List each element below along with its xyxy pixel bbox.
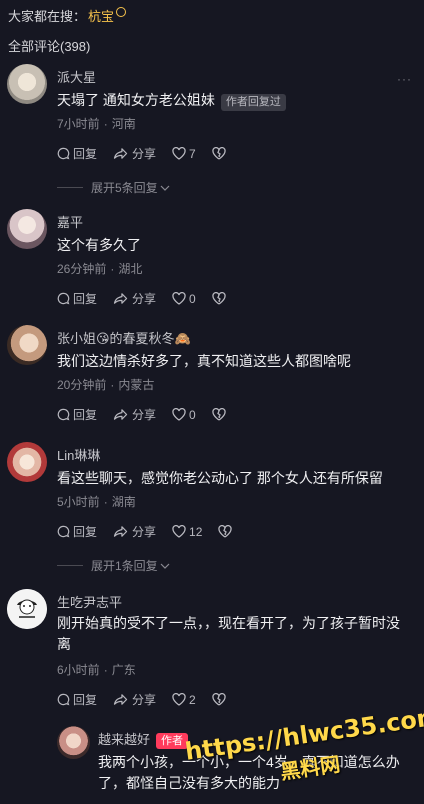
dislike-button[interactable] — [212, 147, 229, 160]
comment-location: 内蒙古 — [118, 378, 155, 392]
avatar[interactable] — [7, 64, 47, 104]
reply-icon — [57, 408, 70, 421]
comment-time: 5小时前 — [57, 495, 100, 509]
broken-heart-icon — [218, 525, 233, 538]
broken-heart-icon — [212, 693, 226, 706]
chevron-down-icon — [160, 563, 170, 569]
comment-item: 生吃尹志平 刚开始真的受不了一点，，现在看开了，为了孩子暂时没离 6小时前 · 广东… — [0, 585, 424, 715]
trending-search-bar[interactable]: 大家都在搜： 杭宝 — [8, 6, 127, 25]
share-button[interactable]: 分享 — [113, 691, 156, 708]
comment-item: 嘉平 这个有多久了 26分钟前 · 湖北 回复 分享 0 — [0, 205, 424, 315]
heart-icon — [172, 525, 186, 538]
comment-text: 刚开始真的受不了一点，，现在看开了，为了孩子暂时没离 — [57, 615, 400, 652]
like-button[interactable]: 7 — [172, 147, 196, 161]
share-button[interactable]: 分享 — [113, 145, 156, 162]
comment-actions: 回复 分享 2 — [57, 691, 245, 708]
comment-author[interactable]: 嘉平 — [57, 212, 83, 231]
reply-icon — [57, 693, 70, 706]
comment-actions: 回复 分享 0 — [57, 290, 245, 307]
broken-heart-icon — [212, 292, 226, 305]
comment-meta: 20分钟前 · 内蒙古 — [57, 378, 155, 392]
expand-replies-button[interactable]: 展开5条回复 — [57, 179, 170, 196]
trending-prefix: 大家都在搜： — [8, 9, 87, 24]
comment-text: 我们这边情杀好多了，真不知道这些人都图啥呢 — [57, 353, 351, 369]
heart-icon — [172, 693, 186, 706]
comment-time: 7小时前 — [57, 117, 100, 131]
avatar[interactable] — [7, 442, 47, 482]
comment-location: 广东 — [111, 663, 136, 677]
comment-meta: 5小时前 · 湖南 — [57, 495, 136, 509]
expand-replies-button[interactable]: 展开1条回复 — [57, 557, 170, 574]
comment-author[interactable]: 张小姐😘的春夏秋冬🙈 — [57, 328, 191, 347]
like-button[interactable]: 0 — [172, 408, 196, 422]
comment-text: 看这些聊天，感觉你老公动心了 那个女人还有所保留 — [57, 470, 383, 486]
share-icon — [113, 526, 128, 537]
reply-button[interactable]: 回复 — [57, 406, 97, 423]
share-icon — [113, 409, 128, 420]
reply-button[interactable]: 回复 — [57, 523, 97, 540]
reply-icon — [57, 292, 70, 305]
comment-meta: 6小时前 · 广东 — [57, 663, 136, 677]
reply-button[interactable]: 回复 — [57, 691, 97, 708]
comment-location: 湖南 — [111, 495, 136, 509]
reply-button[interactable]: 回复 — [57, 145, 97, 162]
reply-text: 我两个小孩，一个小，一个4岁，真不知道怎么办了，都怪自己没有多大的能力 — [98, 754, 400, 791]
comment-item: 派大星 ··· 天塌了 通知女方老公姐妹 作者回复过 7小时前 · 河南 回复 分享 … — [0, 60, 424, 200]
like-button[interactable]: 2 — [172, 693, 196, 707]
trending-keyword[interactable]: 杭宝 — [88, 9, 114, 24]
dislike-button[interactable] — [212, 408, 229, 421]
dislike-button[interactable] — [212, 693, 229, 706]
comment-text: 天塌了 通知女方老公姐妹 作者回复过 — [57, 90, 410, 111]
comment-time: 20分钟前 — [57, 378, 107, 392]
comment-actions: 回复 分享 7 — [57, 145, 245, 162]
avatar-cartoon-icon — [7, 589, 47, 629]
more-options-icon[interactable]: ··· — [397, 72, 412, 86]
search-icon — [116, 7, 127, 17]
share-icon — [113, 293, 128, 304]
comment-location: 湖北 — [118, 262, 143, 276]
heart-icon — [172, 408, 186, 421]
share-button[interactable]: 分享 — [113, 406, 156, 423]
avatar[interactable] — [57, 726, 90, 759]
comment-time: 6小时前 — [57, 663, 100, 677]
comments-count: 全部评论(398) — [8, 39, 91, 54]
comment-time: 26分钟前 — [57, 262, 107, 276]
reply-icon — [57, 147, 70, 160]
heart-icon — [172, 147, 186, 160]
divider — [57, 565, 83, 566]
broken-heart-icon — [212, 147, 226, 160]
comment-meta: 7小时前 · 河南 — [57, 117, 136, 131]
avatar[interactable] — [7, 325, 47, 365]
avatar[interactable] — [7, 209, 47, 249]
comment-author[interactable]: Lin琳琳 — [57, 445, 100, 464]
comment-author[interactable]: 生吃尹志平 — [57, 592, 122, 611]
divider — [57, 187, 83, 188]
comment-item: 张小姐😘的春夏秋冬🙈 我们这边情杀好多了，真不知道这些人都图啥呢 20分钟前 · 内… — [0, 321, 424, 431]
comment-actions: 回复 分享 0 — [57, 406, 245, 423]
like-button[interactable]: 0 — [172, 292, 196, 306]
comment-meta: 26分钟前 · 湖北 — [57, 262, 143, 276]
chevron-down-icon — [160, 185, 170, 191]
heart-icon — [172, 292, 186, 305]
share-button[interactable]: 分享 — [113, 290, 156, 307]
author-replied-tag: 作者回复过 — [220, 94, 286, 111]
avatar[interactable] — [7, 589, 47, 629]
share-icon — [113, 148, 128, 159]
dislike-button[interactable] — [218, 525, 235, 538]
reply-button[interactable]: 回复 — [57, 290, 97, 307]
comment-text: 这个有多久了 — [57, 237, 141, 253]
share-icon — [113, 694, 128, 705]
reply-icon — [57, 525, 70, 538]
comment-author[interactable]: 派大星 — [57, 67, 96, 86]
comment-actions: 回复 分享 12 — [57, 523, 251, 540]
like-button[interactable]: 12 — [172, 525, 202, 539]
comment-location: 河南 — [111, 117, 136, 131]
dislike-button[interactable] — [212, 292, 229, 305]
broken-heart-icon — [212, 408, 226, 421]
reply-author[interactable]: 越来越好 作者 — [98, 729, 189, 749]
share-button[interactable]: 分享 — [113, 523, 156, 540]
comment-item: Lin琳琳 看这些聊天，感觉你老公动心了 那个女人还有所保留 5小时前 · 湖南 回… — [0, 438, 424, 578]
